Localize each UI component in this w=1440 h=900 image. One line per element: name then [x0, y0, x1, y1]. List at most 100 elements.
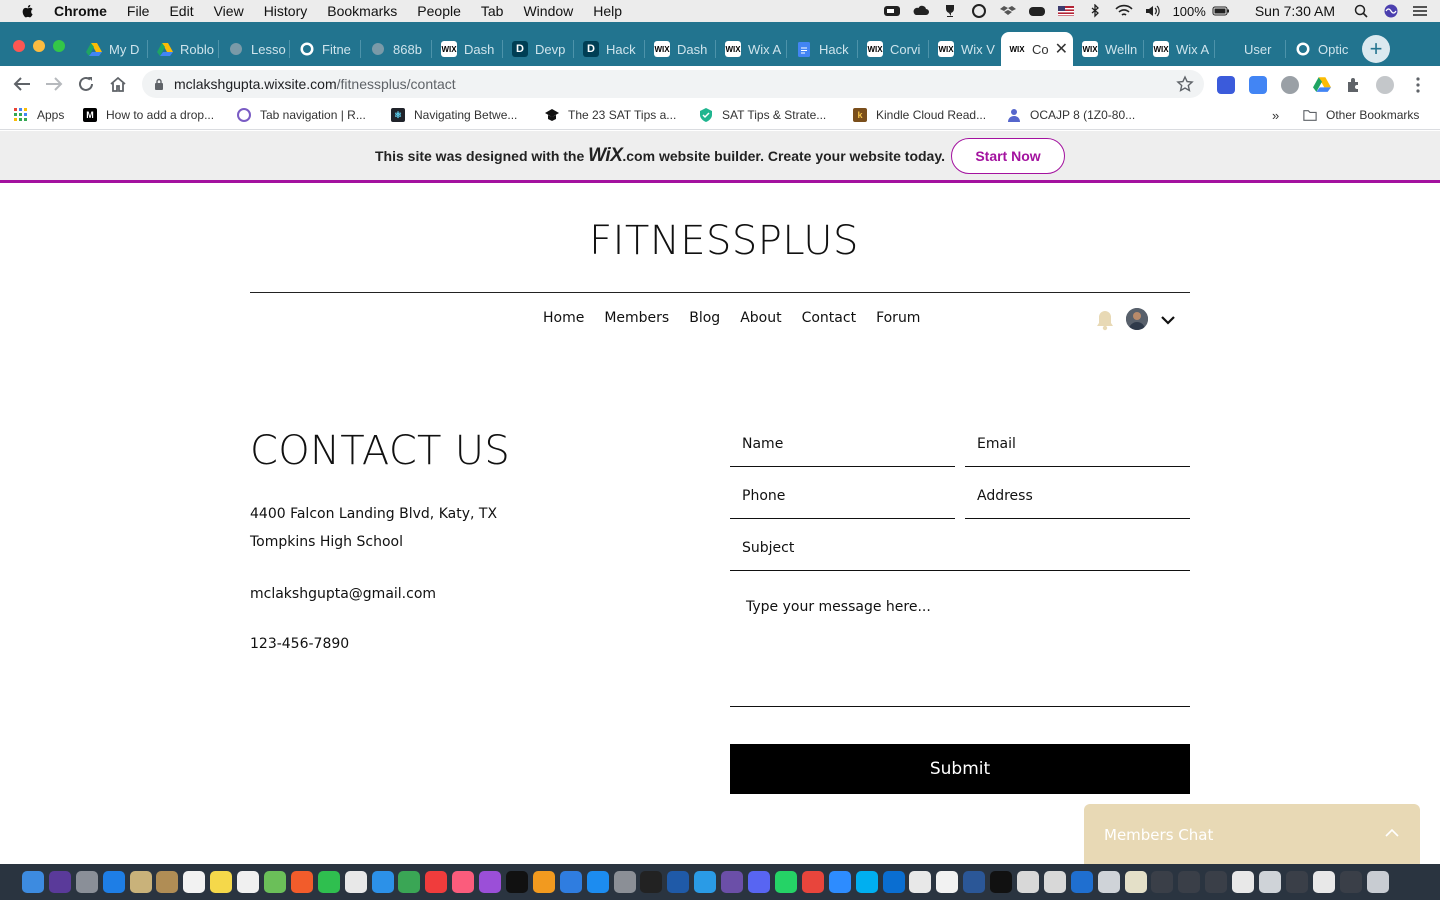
preview-icon[interactable]	[1016, 871, 1039, 893]
outlook-icon[interactable]	[882, 871, 905, 893]
music-icon[interactable]	[452, 871, 475, 893]
app-store-icon[interactable]	[586, 871, 609, 893]
zoom-icon[interactable]	[883, 4, 901, 18]
forward-arrow-icon[interactable]	[44, 74, 64, 94]
nav-about[interactable]: About	[740, 310, 781, 326]
menu-help[interactable]: Help	[593, 3, 622, 19]
browser-tab-active[interactable]: WIX Co ✕	[1001, 32, 1073, 66]
contact-email[interactable]: mclakshgupta@gmail.com	[250, 586, 436, 602]
podcasts-icon[interactable]	[479, 871, 502, 893]
keynote-icon[interactable]	[371, 871, 394, 893]
browser-tab[interactable]: Optic	[1287, 32, 1357, 66]
name-field[interactable]: Name	[730, 421, 955, 467]
chevron-up-icon[interactable]	[1384, 828, 1400, 838]
apple-tv-icon[interactable]	[506, 871, 529, 893]
browser-tab[interactable]: My D	[78, 32, 148, 66]
address-field[interactable]: Address	[965, 473, 1190, 519]
submit-button[interactable]: Submit	[730, 744, 1190, 794]
skype-icon[interactable]	[855, 871, 878, 893]
browser-tab[interactable]: D Hack	[575, 32, 645, 66]
start-now-button[interactable]: Start Now	[950, 137, 1065, 174]
subject-field[interactable]: Subject	[730, 525, 1190, 571]
email-field[interactable]: Email	[965, 421, 1190, 467]
mail-icon[interactable]	[129, 871, 152, 893]
window-thumbnail-icon[interactable]	[1339, 871, 1362, 893]
cloud-icon[interactable]	[912, 4, 930, 18]
mysql-workbench-icon[interactable]	[667, 871, 690, 893]
browser-tab[interactable]: WIX Wix V	[930, 32, 1000, 66]
safari-icon[interactable]	[102, 871, 125, 893]
trash-icon[interactable]	[1366, 871, 1389, 893]
phone-field[interactable]: Phone	[730, 473, 955, 519]
github-desktop-icon[interactable]	[721, 871, 744, 893]
nav-home[interactable]: Home	[543, 310, 584, 326]
window-thumbnail-icon[interactable]	[1285, 871, 1308, 893]
downloads-folder-icon[interactable]	[1097, 871, 1120, 893]
creative-cloud-icon[interactable]	[970, 4, 988, 18]
extension-google-drive-icon[interactable]	[1313, 76, 1331, 94]
window-thumbnail-icon[interactable]	[1232, 871, 1255, 893]
clock[interactable]: Sun 7:30 AM	[1255, 3, 1335, 19]
slack-icon[interactable]	[909, 871, 932, 893]
news-icon[interactable]	[425, 871, 448, 893]
system-preferences-icon[interactable]	[613, 871, 636, 893]
window-thumbnail-icon[interactable]	[1178, 871, 1201, 893]
bluetooth-icon[interactable]	[1086, 4, 1104, 18]
bookmark-item[interactable]: Tab navigation | R...	[237, 108, 366, 122]
discord-icon[interactable]	[748, 871, 771, 893]
reminders-icon[interactable]	[237, 871, 260, 893]
wix-logo[interactable]: WiX	[588, 145, 623, 166]
back-arrow-icon[interactable]	[12, 74, 32, 94]
maps-icon[interactable]	[264, 871, 287, 893]
menu-app-name[interactable]: Chrome	[54, 3, 107, 19]
spotlight-search-icon[interactable]	[1353, 4, 1371, 18]
menu-edit[interactable]: Edit	[169, 3, 193, 19]
battery-icon[interactable]	[1212, 4, 1230, 18]
address-bar[interactable]: mclakshgupta.wixsite.com/fitnessplus/con…	[142, 70, 1204, 98]
bookmark-item[interactable]: M How to add a drop...	[83, 108, 214, 122]
textedit-icon[interactable]	[936, 871, 959, 893]
window-thumbnail-icon[interactable]	[1312, 871, 1335, 893]
menu-view[interactable]: View	[214, 3, 244, 19]
bookmark-item[interactable]: k Kindle Cloud Read...	[853, 108, 986, 122]
lock-icon[interactable]	[154, 78, 164, 90]
us-flag-icon[interactable]	[1057, 4, 1075, 18]
word-icon[interactable]	[963, 871, 986, 893]
contacts-icon[interactable]	[156, 871, 179, 893]
window-thumbnail-icon[interactable]	[1258, 871, 1281, 893]
browser-tab[interactable]: WIX Dash	[646, 32, 716, 66]
message-textarea[interactable]: Type your message here...	[730, 589, 1190, 707]
menu-tab[interactable]: Tab	[481, 3, 504, 19]
bookmark-item[interactable]: SAT Tips & Strate...	[699, 108, 826, 122]
trophy-icon[interactable]	[941, 4, 959, 18]
bookmark-item[interactable]: The 23 SAT Tips a...	[545, 108, 676, 122]
browser-tab[interactable]: D Devp	[504, 32, 574, 66]
siri-icon[interactable]	[1382, 4, 1400, 18]
new-tab-button[interactable]: +	[1362, 35, 1390, 63]
browser-tab[interactable]: WIX Wix A	[717, 32, 787, 66]
volume-icon[interactable]	[1144, 4, 1162, 18]
edge-icon[interactable]	[1070, 871, 1093, 893]
browser-tab[interactable]: Fitne	[291, 32, 361, 66]
messages-icon[interactable]	[559, 871, 582, 893]
browser-tab[interactable]: WIX Wix A	[1145, 32, 1215, 66]
facetime-icon[interactable]	[317, 871, 340, 893]
chrome-icon[interactable]	[801, 871, 824, 893]
window-thumbnail-icon[interactable]	[1205, 871, 1228, 893]
browser-tab[interactable]: WIX Corvi	[859, 32, 929, 66]
bookmark-item[interactable]: ⚛ Navigating Betwe...	[391, 108, 517, 122]
browser-tab[interactable]: 868b	[362, 32, 432, 66]
bookmark-star-icon[interactable]	[1176, 75, 1194, 93]
notification-bell-icon[interactable]	[1095, 309, 1115, 331]
reload-icon[interactable]	[76, 74, 96, 94]
site-title[interactable]: FITNESSPLUS	[0, 218, 1440, 264]
launchpad-icon[interactable]	[75, 871, 98, 893]
chevron-down-icon[interactable]	[1160, 314, 1176, 326]
nav-blog[interactable]: Blog	[689, 310, 720, 326]
wifi-icon[interactable]	[1114, 4, 1133, 18]
books-icon[interactable]	[532, 871, 555, 893]
extension-translate-icon[interactable]	[1249, 76, 1267, 94]
window-thumbnail-icon[interactable]	[1151, 871, 1174, 893]
menu-history[interactable]: History	[264, 3, 308, 19]
vscode-icon[interactable]	[694, 871, 717, 893]
